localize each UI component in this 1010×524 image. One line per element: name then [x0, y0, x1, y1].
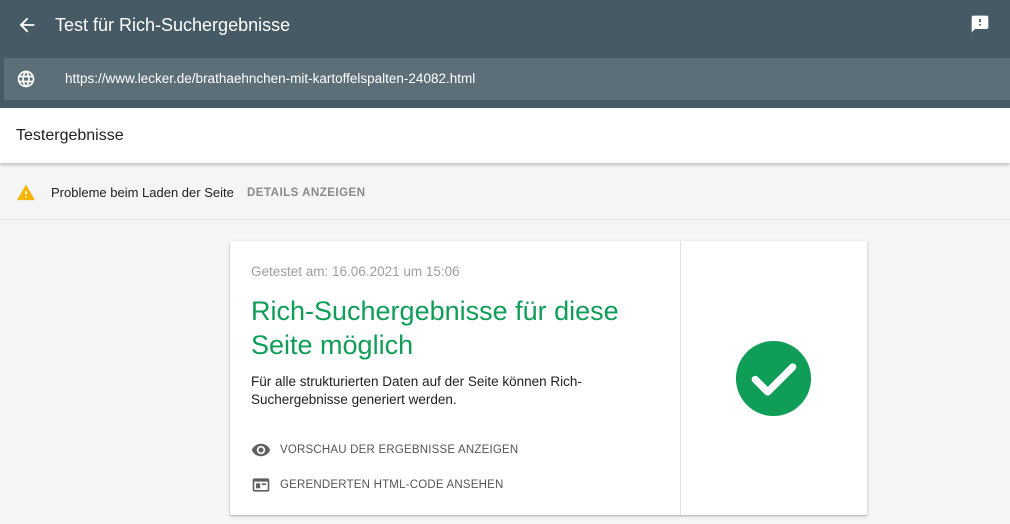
result-description: Für alle strukturierten Daten auf der Se… [251, 374, 582, 407]
app-title: Test für Rich-Suchergebnisse [55, 15, 291, 35]
check-circle-icon [735, 340, 812, 417]
app-header: Test für Rich-Suchergebnisse https://www… [0, 0, 1010, 108]
view-rendered-html-label: GERENDERTEN HTML-CODE ANSEHEN [280, 479, 504, 491]
view-rendered-html-button[interactable]: GERENDERTEN HTML-CODE ANSEHEN [251, 474, 503, 496]
preview-results-label: VORSCHAU DER ERGEBNISSE ANZEIGEN [280, 444, 519, 456]
warning-icon [17, 184, 35, 201]
result-title: Rich-Suchergebnisse für diese Seite mögl… [251, 296, 619, 360]
url-text[interactable]: https://www.lecker.de/brathaehnchen-mit-… [65, 71, 475, 87]
preview-results-button[interactable]: VORSCHAU DER ERGEBNISSE ANZEIGEN [251, 439, 518, 461]
result-card: Getestet am: 16.06.2021 um 15:06 Rich-Su… [230, 241, 867, 515]
results-header: Testergebnisse [0, 108, 1010, 163]
card-divider [680, 241, 681, 515]
feedback-icon[interactable] [970, 14, 990, 34]
eye-icon [251, 443, 271, 457]
results-title: Testergebnisse [16, 127, 124, 144]
warning-text: Probleme beim Laden der Seite [51, 185, 234, 200]
details-link[interactable]: DETAILS ANZEIGEN [247, 186, 366, 200]
title-row: Test für Rich-Suchergebnisse [0, 0, 1010, 50]
globe-icon [17, 70, 35, 88]
url-bar[interactable]: https://www.lecker.de/brathaehnchen-mit-… [4, 58, 1010, 100]
browser-window-icon [252, 478, 270, 492]
tested-at-timestamp: Getestet am: 16.06.2021 um 15:06 [251, 264, 460, 279]
warning-bar: Probleme beim Laden der Seite DETAILS AN… [0, 164, 1010, 220]
arrow-back-icon[interactable] [16, 14, 38, 36]
